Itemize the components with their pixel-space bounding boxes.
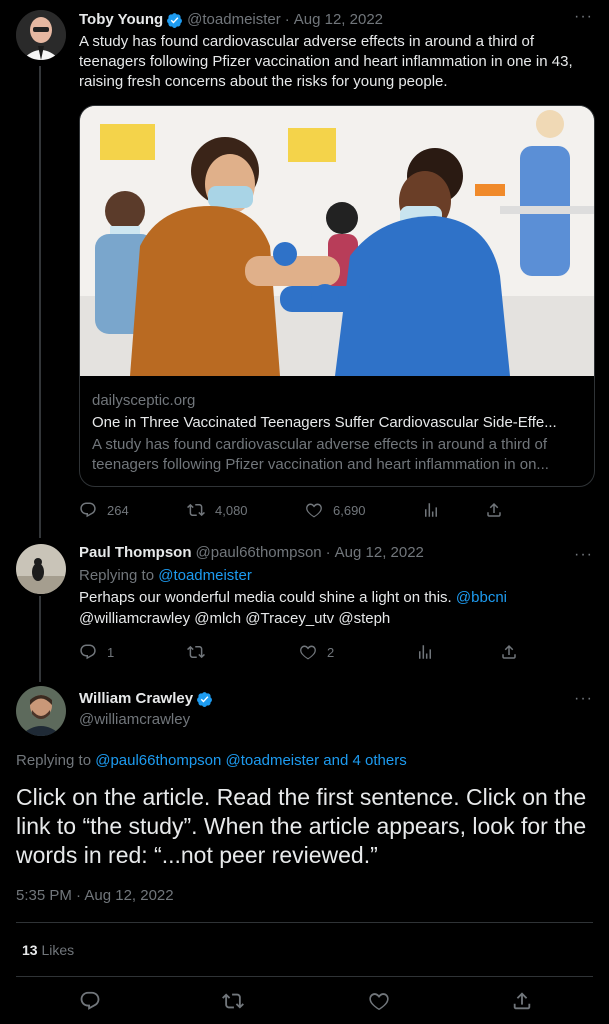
reply-count: 264 <box>107 502 129 518</box>
verified-badge-icon <box>197 691 213 707</box>
reply-icon <box>80 644 96 660</box>
like-button[interactable]: 6,690 <box>305 500 422 520</box>
main-tweet-text: Click on the article. Read the first sen… <box>16 784 587 868</box>
mention-link[interactable]: @bbcni <box>456 589 507 606</box>
divider <box>16 922 593 923</box>
card-title: One in Three Vaccinated Teenagers Suffer… <box>92 414 557 431</box>
like-count: 2 <box>327 644 335 660</box>
author-name[interactable]: William Crawley <box>79 689 193 709</box>
avatar[interactable] <box>16 686 66 736</box>
likes-summary[interactable]: 13 Likes <box>22 940 74 960</box>
like-count: 6,690 <box>333 502 366 518</box>
mention-links[interactable]: @williamcrawley @mlch @Tracey_utv @steph <box>79 609 593 629</box>
reply-button[interactable]: 264 <box>79 500 187 520</box>
share-button[interactable] <box>500 642 518 662</box>
likes-count: 13 <box>22 942 38 958</box>
share-icon <box>502 644 516 659</box>
author-name[interactable]: Paul Thompson <box>79 543 192 563</box>
replying-mention[interactable]: @toadmeister <box>158 567 252 584</box>
author-handle[interactable]: @paul66thompson <box>196 543 322 563</box>
avatar[interactable] <box>16 544 66 594</box>
share-icon <box>487 502 501 517</box>
retweet-count: 4,080 <box>215 502 248 518</box>
divider <box>16 976 593 977</box>
heart-icon <box>306 503 322 518</box>
tweet-timestamp[interactable]: 5:35 PM · Aug 12, 2022 <box>16 886 174 906</box>
card-description: teenagers following Pfizer vaccination a… <box>92 456 549 473</box>
tweet-date[interactable]: Aug 12, 2022 <box>335 543 424 563</box>
main-author[interactable]: William Crawley @williamcrawley <box>79 689 217 730</box>
analytics-button[interactable] <box>416 642 500 662</box>
tweet-text: A study has found cardiovascular adverse… <box>79 33 573 90</box>
tweet[interactable]: ··· Paul Thompson @paul66thompson · Aug … <box>0 538 609 668</box>
analytics-icon <box>425 503 437 517</box>
retweet-icon <box>187 503 205 517</box>
verified-badge-icon <box>167 12 183 28</box>
separator: · <box>284 11 290 28</box>
separator: · <box>325 544 331 561</box>
main-tweet-actions <box>0 990 609 1012</box>
replying-label: Replying to <box>16 752 92 769</box>
card-domain: dailysceptic.org <box>92 392 196 409</box>
likes-label: Likes <box>41 942 75 958</box>
tweet-text-plain: Perhaps our wonderful media could shine … <box>79 589 452 606</box>
replying-to: Replying to @paul66thompson @toadmeister… <box>16 751 407 771</box>
author-name[interactable]: Toby Young <box>79 10 163 30</box>
share-icon[interactable] <box>511 990 533 1012</box>
reply-count: 1 <box>107 644 115 660</box>
analytics-button[interactable] <box>422 500 485 520</box>
reply-icon <box>80 502 96 518</box>
replying-to: Replying to @toadmeister <box>79 566 593 586</box>
more-options-icon[interactable]: ··· <box>574 690 593 708</box>
author-handle[interactable]: @williamcrawley <box>79 710 217 730</box>
avatar[interactable] <box>16 10 66 60</box>
retweet-button[interactable]: 4,080 <box>187 500 305 520</box>
card-description: A study has found cardiovascular adverse… <box>92 436 547 453</box>
analytics-icon <box>419 645 431 659</box>
heart-icon <box>300 645 316 660</box>
reply-button[interactable]: 1 <box>79 642 187 662</box>
replying-mentions[interactable]: @paul66thompson @toadmeister and 4 other… <box>95 752 406 769</box>
heart-icon[interactable] <box>368 990 390 1012</box>
tweet-date[interactable]: Aug 12, 2022 <box>294 10 383 30</box>
reply-icon[interactable] <box>79 990 101 1012</box>
like-button[interactable]: 2 <box>299 642 416 662</box>
tweet-text: Perhaps our wonderful media could shine … <box>79 588 593 608</box>
author-handle[interactable]: @toadmeister <box>187 10 281 30</box>
link-card[interactable]: dailysceptic.org One in Three Vaccinated… <box>79 105 595 487</box>
replying-label: Replying to <box>79 567 155 584</box>
retweet-icon[interactable] <box>222 990 244 1012</box>
article-image <box>80 106 594 376</box>
retweet-icon <box>187 645 205 659</box>
retweet-button[interactable] <box>187 642 299 662</box>
share-button[interactable] <box>485 500 503 520</box>
tweet[interactable]: ··· Toby Young @toadmeister · Aug 12, 20… <box>0 0 609 530</box>
